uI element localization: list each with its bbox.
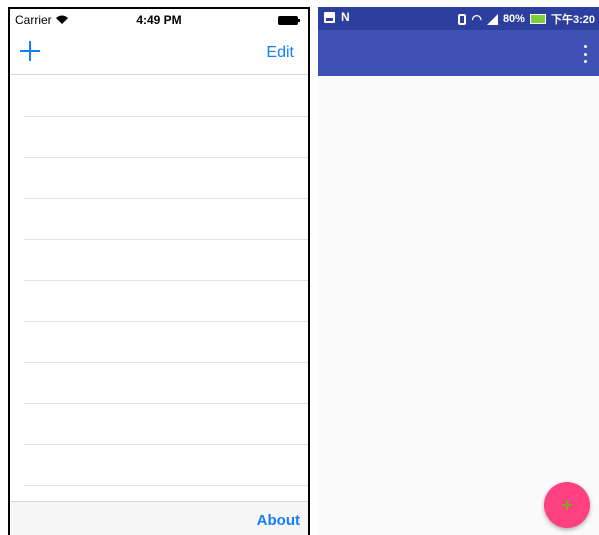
android-clock: 下午3:20	[550, 14, 595, 26]
n-notification-icon: N	[341, 10, 350, 24]
ios-screen: Carrier 4:49 PM Edit About	[8, 7, 310, 535]
signal-icon	[486, 13, 498, 25]
add-fab-button[interactable]	[544, 482, 590, 528]
vibrate-icon	[458, 13, 467, 25]
wifi-icon: ◠	[471, 12, 482, 26]
table-row-separator	[24, 116, 308, 117]
table-row-separator	[24, 362, 308, 363]
ios-clock: 4:49 PM	[136, 13, 182, 27]
edit-button[interactable]: Edit	[266, 44, 294, 62]
table-row-separator	[24, 198, 308, 199]
ios-status-bar: Carrier 4:49 PM	[10, 9, 308, 31]
android-status-bar: N ◠ 80% 下午3:20	[318, 7, 599, 30]
about-button[interactable]: About	[257, 512, 300, 529]
battery-percent: 80%	[502, 13, 525, 25]
table-row-separator	[24, 485, 308, 486]
image-notification-icon	[324, 12, 335, 23]
table-row-separator	[24, 321, 308, 322]
table-row-separator	[24, 403, 308, 404]
ios-toolbar: About	[10, 501, 308, 535]
plus-icon	[562, 500, 572, 510]
add-button[interactable]	[18, 39, 42, 63]
battery-icon	[278, 16, 300, 25]
battery-charging-icon	[529, 14, 546, 24]
overflow-menu-icon[interactable]	[579, 45, 591, 63]
table-row-separator	[24, 239, 308, 240]
ios-table-view[interactable]	[10, 75, 308, 502]
table-row-separator	[24, 280, 308, 281]
table-row-separator	[24, 157, 308, 158]
android-screen: N ◠ 80% 下午3:20	[318, 7, 599, 535]
table-row-separator	[24, 444, 308, 445]
ios-navigation-bar: Edit	[10, 31, 308, 75]
android-app-bar	[318, 30, 599, 76]
